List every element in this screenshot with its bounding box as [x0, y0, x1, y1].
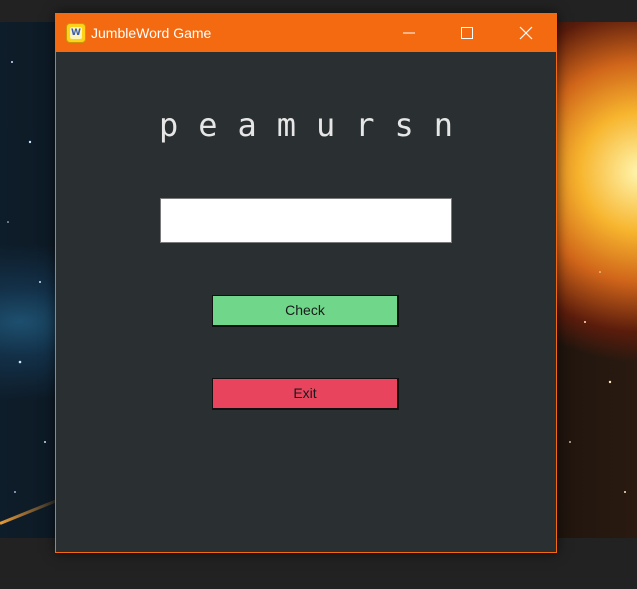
desktop: W JumbleWord Game peamursn Check Exit: [0, 0, 637, 589]
close-button[interactable]: [503, 14, 549, 52]
check-button[interactable]: Check: [212, 295, 399, 327]
app-window: W JumbleWord Game peamursn Check Exit: [55, 13, 557, 553]
minimize-button[interactable]: [386, 14, 432, 52]
exit-button[interactable]: Exit: [212, 378, 399, 410]
app-icon: W: [66, 23, 86, 43]
window-titlebar[interactable]: W JumbleWord Game: [56, 14, 556, 52]
maximize-button[interactable]: [444, 14, 490, 52]
close-icon: [519, 26, 533, 40]
app-icon-letter: W: [70, 27, 82, 39]
window-title: JumbleWord Game: [91, 25, 212, 41]
answer-input[interactable]: [160, 198, 452, 243]
minimize-icon: [403, 32, 415, 34]
jumbled-word-label: peamursn: [158, 106, 474, 144]
game-panel: peamursn Check Exit: [56, 52, 556, 552]
maximize-icon: [461, 27, 473, 39]
